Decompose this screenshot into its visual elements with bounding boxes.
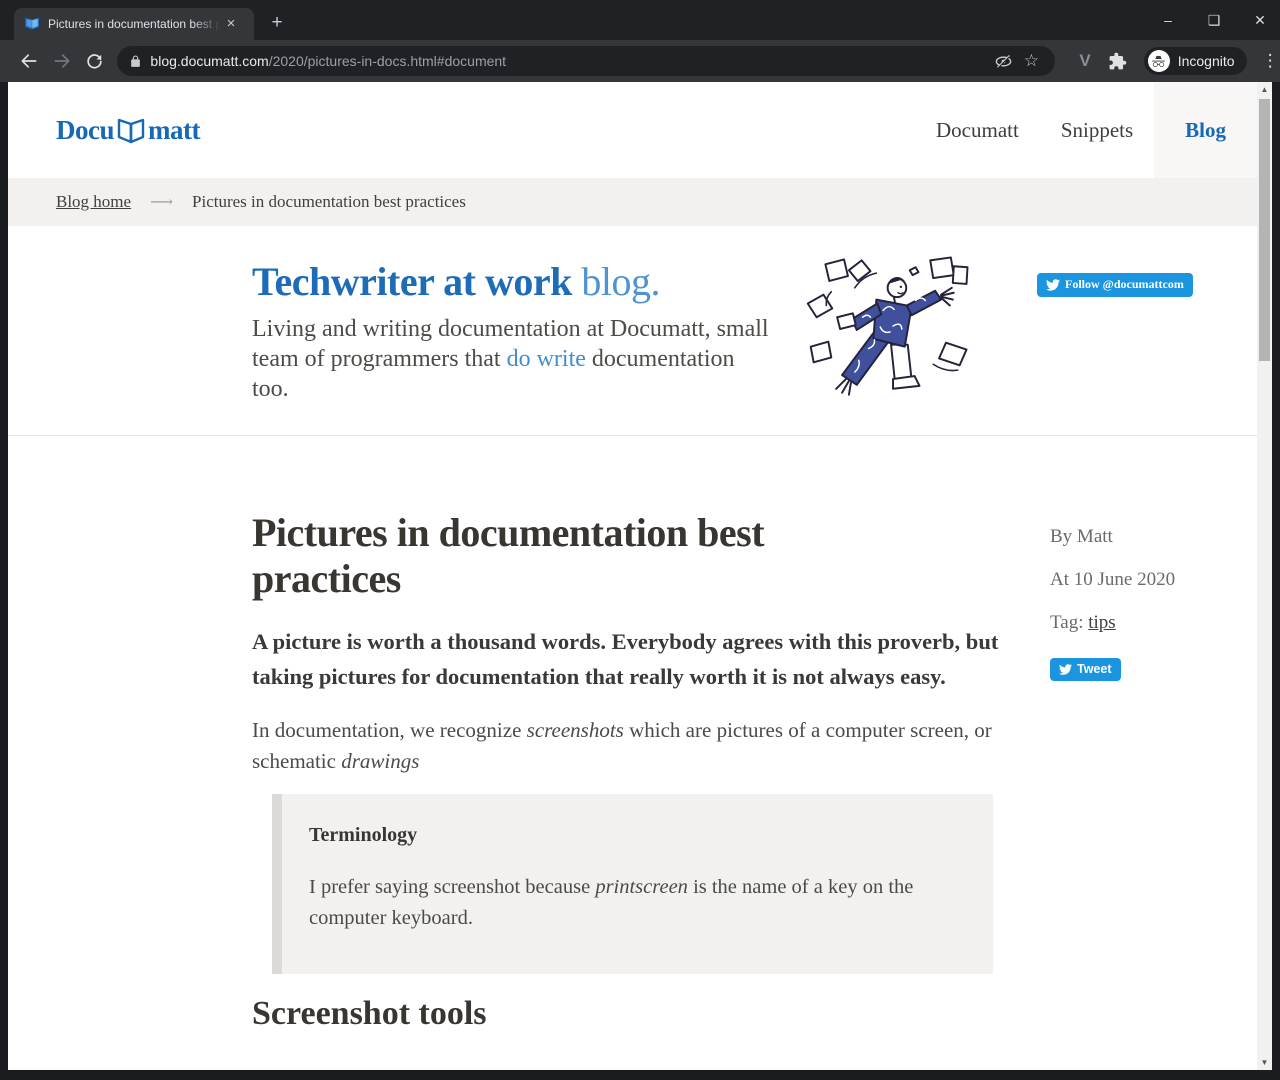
tab-title-fade (192, 17, 220, 31)
twitter-follow-button[interactable]: Follow @documattcom (1037, 273, 1193, 297)
scrollbar-up-icon[interactable]: ▲ (1257, 82, 1272, 97)
url-path: /2020/pictures-in-docs.html#document (269, 53, 506, 69)
article-lead: A picture is worth a thousand words. Eve… (252, 625, 1018, 694)
preview-hidden-button[interactable] (989, 47, 1017, 75)
forward-button[interactable] (45, 44, 78, 78)
terminology-callout: Terminology I prefer saying screenshot b… (272, 794, 993, 974)
callout-body: I prefer saying screenshot because print… (309, 872, 949, 934)
blog-tagline: Living and writing documentation at Docu… (252, 314, 772, 405)
browser-tab[interactable]: Pictures in documentation best practices… (14, 8, 254, 40)
vue-icon: V (1079, 51, 1088, 71)
lock-icon (129, 54, 142, 69)
window-minimize-button[interactable]: – (1158, 12, 1178, 28)
site-logo[interactable]: Docu matt (56, 115, 200, 146)
breadcrumb: Blog home ⟶ Pictures in documentation be… (8, 178, 1257, 226)
address-bar[interactable]: blog.documatt.com/2020/pictures-in-docs.… (117, 46, 1055, 76)
bookmark-star-icon[interactable]: ☆ (1017, 47, 1045, 75)
window-maximize-button[interactable]: ❑ (1204, 12, 1224, 29)
book-favicon-icon (24, 16, 40, 32)
breadcrumb-arrow-icon: ⟶ (150, 192, 173, 212)
page-scrollbar[interactable]: ▲ ▼ (1257, 82, 1272, 1070)
scrollbar-thumb[interactable] (1259, 99, 1270, 361)
page-viewport: Docu matt Documatt Snippets Blog Blog ho… (8, 82, 1272, 1070)
article-meta: By Matt At 10 June 2020 Tag: tips Tweet (1050, 526, 1175, 681)
breadcrumb-current: Pictures in documentation best practices (192, 192, 466, 212)
browser-toolbar: blog.documatt.com/2020/pictures-in-docs.… (0, 40, 1280, 82)
forward-arrow-icon (52, 51, 72, 71)
blog-title: Techwriter at work blog. (252, 258, 772, 305)
nav-item-snippets[interactable]: Snippets (1040, 118, 1154, 143)
article-title: Pictures in documentation best practices (252, 510, 892, 602)
puzzle-icon (1108, 52, 1127, 71)
window-close-button[interactable]: ✕ (1250, 12, 1270, 29)
meta-author: By Matt (1050, 526, 1175, 548)
callout-title: Terminology (309, 824, 953, 847)
incognito-label: Incognito (1178, 53, 1235, 69)
breadcrumb-home-link[interactable]: Blog home (56, 192, 131, 212)
logo-text-pre: Docu (56, 115, 114, 146)
tag-tips-link[interactable]: tips (1088, 612, 1115, 633)
incognito-icon (1148, 50, 1170, 72)
back-button[interactable] (12, 44, 45, 78)
logo-text-post: matt (148, 115, 200, 146)
twitter-bird-icon (1059, 664, 1072, 675)
eye-slash-icon (994, 52, 1013, 71)
twitter-bird-icon (1046, 279, 1060, 291)
nav-item-blog[interactable]: Blog (1154, 82, 1257, 178)
juggling-person-illustration (796, 254, 992, 404)
blog-hero: Techwriter at work blog. Living and writ… (8, 226, 1257, 436)
site-header: Docu matt Documatt Snippets Blog (8, 82, 1257, 178)
article-paragraph: In documentation, we recognize screensho… (252, 715, 992, 777)
meta-date: At 10 June 2020 (1050, 569, 1175, 591)
nav-item-documatt[interactable]: Documatt (915, 118, 1040, 143)
reload-button[interactable] (78, 44, 111, 78)
open-book-icon (115, 118, 147, 144)
url-host: blog.documatt.com (150, 53, 268, 69)
back-arrow-icon (19, 51, 39, 71)
incognito-badge: Incognito (1144, 47, 1247, 75)
article: Pictures in documentation best practices… (8, 436, 1257, 1033)
main-nav: Documatt Snippets Blog (915, 82, 1257, 178)
meta-tag: Tag: tips (1050, 612, 1175, 634)
section-heading: Screenshot tools (252, 995, 1257, 1033)
vue-devtools-button[interactable]: V (1067, 44, 1100, 78)
new-tab-button[interactable]: + (264, 10, 290, 36)
reload-icon (85, 52, 104, 71)
do-write-link[interactable]: do write (507, 346, 586, 372)
extensions-button[interactable] (1101, 44, 1134, 78)
tab-title: Pictures in documentation best practices (48, 17, 220, 31)
tab-close-icon[interactable]: × (222, 15, 240, 33)
scrollbar-down-icon[interactable]: ▼ (1257, 1055, 1272, 1070)
browser-titlebar: Pictures in documentation best practices… (0, 0, 1280, 40)
browser-menu-icon[interactable]: ⋮ (1261, 51, 1280, 71)
tweet-button[interactable]: Tweet (1050, 658, 1121, 681)
